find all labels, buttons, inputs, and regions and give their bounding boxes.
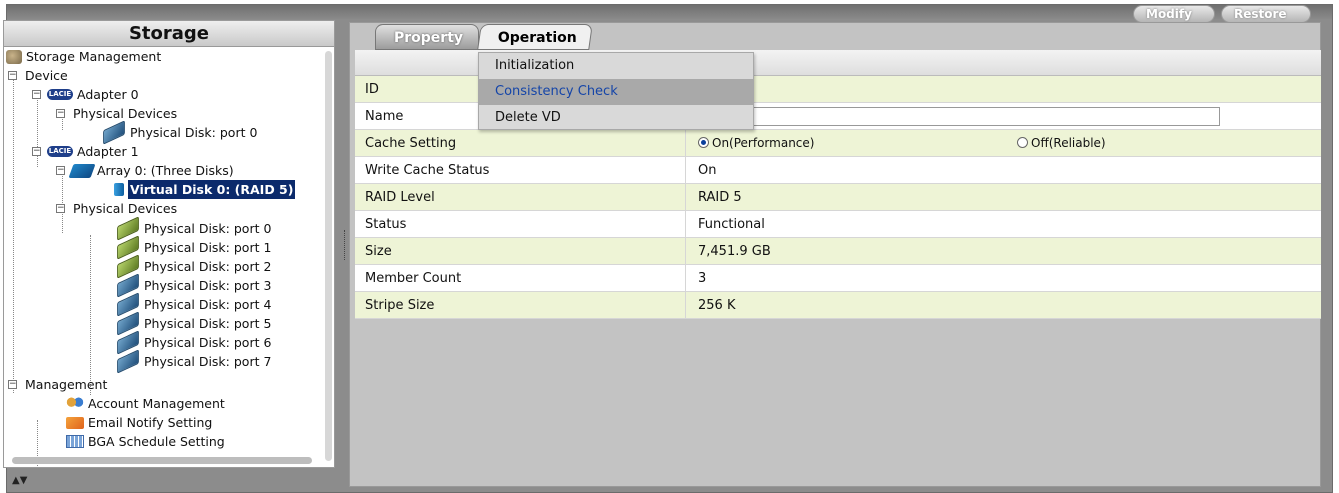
tree-item-physical-devices-0[interactable]: − Physical Devices — [56, 104, 179, 123]
restore-button[interactable]: Restore — [1221, 5, 1311, 23]
collapse-icon[interactable]: − — [8, 71, 17, 80]
name-label: Name — [365, 109, 404, 124]
raid-label: RAID Level — [365, 190, 435, 205]
tree-item-physical-disk[interactable]: Physical Disk: port 0 — [116, 216, 273, 241]
tree-item-array[interactable]: − Array 0: (Three Disks) — [56, 161, 236, 180]
size-value: 7,451.9 GB — [698, 244, 771, 259]
users-icon — [66, 397, 84, 410]
property-row-stripe-size: Stripe Size 256 K — [355, 292, 1321, 319]
size-label: Size — [365, 244, 392, 259]
collapse-icon[interactable]: − — [56, 109, 65, 118]
tree-item-physical-disk[interactable]: Physical Disk: port 4 — [116, 292, 273, 317]
write-cache-value: On — [698, 163, 717, 178]
virtual-disk-icon — [114, 183, 124, 196]
tree-connector — [90, 235, 91, 395]
cache-off-option[interactable]: Off(Reliable) — [1017, 130, 1106, 157]
property-row-status: Status Functional — [355, 211, 1321, 238]
tree-item-physical-disk[interactable]: Physical Disk: port 1 — [116, 235, 273, 260]
vertical-scrollbar[interactable] — [325, 51, 332, 461]
tree-item-device[interactable]: − Device — [8, 66, 70, 85]
tree-item-virtual-disk[interactable]: Virtual Disk 0: (RAID 5) — [114, 180, 296, 199]
collapse-icon[interactable]: − — [8, 380, 17, 389]
cache-label: Cache Setting — [365, 136, 457, 151]
tree-item-physical-disk[interactable]: Physical Disk: port 3 — [116, 273, 273, 298]
operation-dropdown-menu: Initialization Consistency Check Delete … — [478, 52, 754, 130]
array-icon — [68, 163, 96, 178]
tab-operation[interactable]: Operation — [477, 24, 593, 50]
name-input[interactable] — [748, 107, 1220, 126]
tree-item-physical-disk[interactable]: Physical Disk: port 5 — [116, 311, 273, 336]
tree-item-storage-management[interactable]: Storage Management — [6, 47, 163, 66]
tree-item-physical-disk[interactable]: Physical Disk: port 2 — [116, 254, 273, 279]
status-value: Functional — [698, 217, 765, 232]
stripe-size-label: Stripe Size — [365, 298, 435, 313]
property-row-member-count: Member Count 3 — [355, 265, 1321, 292]
tree-item-physical-devices-1[interactable]: − Physical Devices — [56, 199, 179, 218]
storage-management-icon — [6, 49, 22, 64]
collapse-icon[interactable]: − — [56, 166, 65, 175]
tree-item-adapter-1[interactable]: − LACIE Adapter 1 — [32, 142, 141, 161]
storage-tree-panel: Storage Storage Management − Device − LA… — [3, 20, 335, 468]
tree-item-email-notify[interactable]: Email Notify Setting — [66, 413, 214, 432]
tab-property[interactable]: Property — [375, 24, 479, 50]
adapter-icon: LACIE — [47, 89, 73, 100]
storage-panel-title: Storage — [4, 21, 334, 47]
property-row-cache: Cache Setting On(Performance) Off(Reliab… — [355, 130, 1321, 157]
id-label: ID — [365, 82, 379, 97]
calendar-icon — [66, 435, 84, 448]
raid-value: RAID 5 — [698, 190, 742, 205]
member-count-value: 3 — [698, 271, 707, 286]
write-cache-label: Write Cache Status — [365, 163, 490, 178]
tree-item-management[interactable]: − Management — [8, 375, 109, 394]
tree-item-account-management[interactable]: Account Management — [66, 394, 227, 413]
radio-off-icon[interactable] — [1017, 137, 1028, 148]
tree-item-adapter-0[interactable]: − LACIE Adapter 0 — [32, 85, 141, 104]
stripe-size-value: 256 K — [698, 298, 736, 313]
tree-item-physical-disk[interactable]: Physical Disk: port 7 — [116, 349, 273, 374]
property-row-size: Size 7,451.9 GB — [355, 238, 1321, 265]
member-count-label: Member Count — [365, 271, 462, 286]
cache-on-option[interactable]: On(Performance) — [698, 130, 814, 157]
tree-item-physical-disk[interactable]: Physical Disk: port 6 — [116, 330, 273, 355]
storage-tree: Storage Management − Device − LACIE Adap… — [4, 47, 334, 467]
modify-button[interactable]: Modify — [1133, 5, 1215, 23]
tree-item-physical-disk[interactable]: Physical Disk: port 0 — [102, 120, 259, 145]
tree-item-bga-schedule[interactable]: BGA Schedule Setting — [66, 432, 227, 451]
expand-collapse-icon[interactable]: ▲▼ — [12, 475, 27, 486]
menu-item-initialization[interactable]: Initialization — [479, 53, 753, 79]
menu-item-delete-vd[interactable]: Delete VD — [479, 105, 753, 131]
menu-item-consistency-check[interactable]: Consistency Check — [479, 79, 753, 105]
collapse-icon[interactable]: − — [32, 147, 41, 156]
radio-on-icon[interactable] — [698, 137, 709, 148]
property-row-raid: RAID Level RAID 5 — [355, 184, 1321, 211]
horizontal-scrollbar[interactable] — [12, 457, 312, 464]
adapter-icon: LACIE — [47, 146, 73, 157]
tab-operation-label: Operation — [497, 30, 577, 46]
physical-disk-icon — [117, 349, 139, 374]
panel-splitter-handle[interactable] — [344, 230, 347, 260]
email-icon — [66, 416, 84, 429]
property-row-write-cache: Write Cache Status On — [355, 157, 1321, 184]
status-label: Status — [365, 217, 407, 232]
collapse-icon[interactable]: − — [32, 90, 41, 99]
tree-connector — [13, 73, 14, 393]
collapse-icon[interactable]: − — [56, 204, 65, 213]
